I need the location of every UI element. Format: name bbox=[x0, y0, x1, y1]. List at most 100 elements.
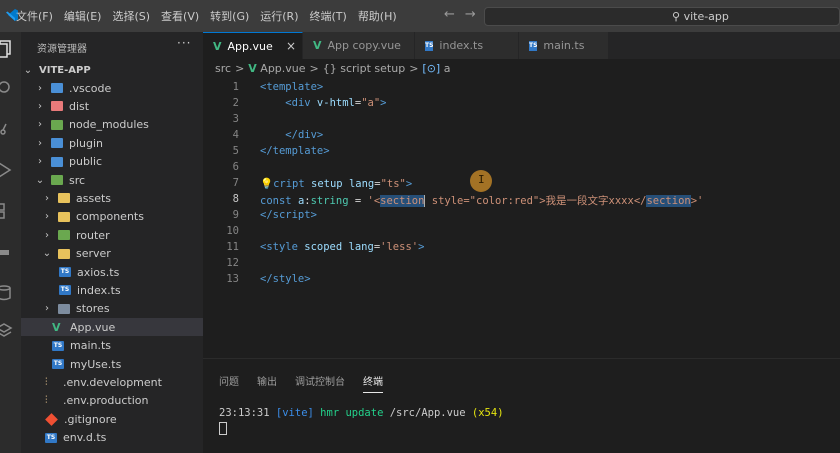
menu-bar: 文件(F) 编辑(E) 选择(S) 查看(V) 转到(G) 运行(R) 终端(T) 帮助(H) bbox=[16, 0, 408, 32]
search-activity-icon[interactable] bbox=[0, 77, 21, 101]
breadcrumb-src[interactable]: src bbox=[215, 62, 231, 75]
file-tree-item-label: myUse.ts bbox=[70, 357, 122, 371]
env-file-icon: ⫶ bbox=[45, 376, 48, 388]
vscode-folder-icon bbox=[51, 83, 63, 93]
chevron-down-icon: ⌄ bbox=[35, 174, 45, 186]
forward-arrow-icon[interactable]: → bbox=[465, 7, 476, 22]
vue-file-icon: V bbox=[248, 62, 257, 75]
line-number: 10 bbox=[226, 225, 239, 237]
breadcrumb-symbol[interactable]: a bbox=[444, 62, 451, 75]
router-folder-icon bbox=[58, 230, 70, 241]
panel-tab[interactable]: 终端 bbox=[363, 373, 383, 393]
layers-icon[interactable] bbox=[0, 320, 21, 344]
line-number: 1 bbox=[232, 81, 239, 93]
menu-item[interactable]: 运行(R) bbox=[260, 8, 298, 24]
code-line-8: const a:string = '<section style="color:… bbox=[260, 195, 704, 207]
file-tree-item[interactable]: ⌄ server bbox=[21, 245, 203, 263]
menu-item[interactable]: 查看(V) bbox=[161, 8, 199, 24]
code-editor[interactable]: 1 2 3 4 5 6 7 8 9 10 11 12 13 <template> <div v-html… bbox=[203, 78, 840, 358]
panel-tab[interactable]: 调试控制台 bbox=[295, 373, 345, 393]
code-line-7: 💡cript setup lang="ts"> bbox=[260, 178, 413, 190]
breadcrumb-script-setup[interactable]: {} script setup bbox=[323, 62, 405, 75]
workspace-root[interactable]: ⌄ VITE-APP bbox=[21, 61, 203, 79]
panel-tab[interactable]: 问题 bbox=[219, 373, 239, 393]
file-tree-item-label: .env.development bbox=[63, 375, 162, 389]
file-tree-item[interactable]: › dist bbox=[21, 97, 203, 115]
file-tree-item[interactable]: › node_modules bbox=[21, 116, 203, 134]
bottom-panel: 问题 输出 调试控制台 终端 23:13:31 [vite] hmr update /… bbox=[203, 358, 840, 453]
editor-tab[interactable]: V App.vue × bbox=[203, 32, 303, 59]
docker-icon[interactable] bbox=[0, 241, 21, 265]
database-icon[interactable] bbox=[0, 282, 21, 306]
file-tree-item[interactable]: TS axios.ts bbox=[21, 263, 203, 281]
chevron-right-icon: › bbox=[45, 229, 49, 241]
terminal-cursor[interactable] bbox=[219, 422, 227, 435]
file-tree-item[interactable]: › plugin bbox=[21, 134, 203, 152]
workspace-name: vite-app bbox=[683, 10, 729, 23]
line-number: 13 bbox=[226, 273, 239, 285]
server-folder-icon bbox=[58, 248, 70, 259]
breadcrumb-file[interactable]: App.vue bbox=[260, 62, 305, 75]
lightbulb-icon: 💡 bbox=[260, 178, 274, 190]
typescript-file-icon: TS bbox=[59, 267, 71, 277]
file-tree-item-label: .env.production bbox=[63, 394, 149, 408]
menu-item[interactable]: 转到(G) bbox=[210, 8, 249, 24]
src-folder-icon bbox=[51, 175, 63, 185]
extensions-icon[interactable] bbox=[0, 200, 21, 224]
explorer-icon[interactable] bbox=[0, 38, 21, 62]
chevron-right-icon: › bbox=[38, 137, 42, 149]
panel-tab[interactable]: 输出 bbox=[257, 373, 277, 393]
file-tree-item[interactable]: › public bbox=[21, 153, 203, 171]
terminal-output: 23:13:31 [vite] hmr update /src/App.vue … bbox=[219, 407, 504, 419]
file-tree-item-label: .vscode bbox=[69, 81, 112, 95]
file-tree-item[interactable]: TS env.d.ts bbox=[21, 429, 203, 447]
vue-file-icon: V bbox=[52, 320, 61, 334]
file-tree-item[interactable]: › router bbox=[21, 226, 203, 244]
env-file-icon: ⫶ bbox=[45, 395, 48, 407]
file-tree-item[interactable]: ⫶ .env.development bbox=[21, 373, 203, 391]
line-number: 5 bbox=[232, 145, 239, 157]
file-tree-item-label: index.ts bbox=[77, 283, 121, 297]
menu-item[interactable]: 终端(T) bbox=[310, 8, 347, 24]
line-number: 12 bbox=[226, 257, 239, 269]
tab-label: main.ts bbox=[543, 39, 585, 52]
chevron-right-icon: › bbox=[38, 100, 42, 112]
typescript-file-icon: TS bbox=[52, 340, 64, 351]
file-tree-item[interactable]: › assets bbox=[21, 189, 203, 207]
line-number: 6 bbox=[232, 161, 239, 173]
more-actions-icon[interactable]: ··· bbox=[177, 36, 191, 50]
back-arrow-icon[interactable]: ← bbox=[444, 7, 455, 22]
file-tree-item[interactable]: ⫶ .env.production bbox=[21, 392, 203, 410]
editor-tab[interactable]: TS index.ts bbox=[415, 32, 519, 59]
file-tree-item[interactable]: TS myUse.ts bbox=[21, 355, 203, 373]
code-line-5: </template> bbox=[260, 145, 330, 157]
editor-tab[interactable]: V App copy.vue bbox=[303, 32, 415, 59]
plugin-folder-icon bbox=[51, 138, 63, 149]
file-tree-item-label: node_modules bbox=[69, 118, 149, 132]
run-debug-icon[interactable] bbox=[0, 159, 21, 183]
command-center-search[interactable]: ⚲ vite-app bbox=[484, 7, 840, 26]
file-tree-item-label: App.vue bbox=[70, 320, 116, 334]
close-icon[interactable]: × bbox=[286, 39, 296, 53]
editor-tabs: V App.vue × V App copy.vue TS index.ts TS main.t… bbox=[203, 32, 840, 59]
menu-item[interactable]: 帮助(H) bbox=[358, 8, 397, 24]
editor-tab[interactable]: TS main.ts bbox=[519, 32, 609, 59]
file-tree-item[interactable]: .gitignore bbox=[21, 410, 203, 428]
file-tree-item[interactable]: › components bbox=[21, 208, 203, 226]
title-bar: 文件(F) 编辑(E) 选择(S) 查看(V) 转到(G) 运行(R) 终端(T) 帮助(H)… bbox=[0, 0, 840, 32]
code-line-9: </script> bbox=[260, 209, 317, 221]
file-tree-item[interactable]: TS index.ts bbox=[21, 281, 203, 299]
file-tree-item[interactable]: TS main.ts bbox=[21, 337, 203, 355]
tab-label: index.ts bbox=[439, 39, 484, 52]
menu-item[interactable]: 文件(F) bbox=[16, 8, 53, 24]
file-tree-item[interactable]: › .vscode bbox=[21, 79, 203, 97]
menu-item[interactable]: 选择(S) bbox=[112, 8, 150, 24]
file-tree-item-label: public bbox=[69, 155, 103, 169]
file-tree-item[interactable]: › stores bbox=[21, 300, 203, 318]
chevron-down-icon: ⌄ bbox=[42, 248, 52, 260]
menu-item[interactable]: 编辑(E) bbox=[64, 8, 102, 24]
typescript-file-icon: TS bbox=[425, 40, 434, 51]
source-control-icon[interactable] bbox=[0, 118, 21, 142]
file-tree-item[interactable]: V App.vue bbox=[21, 318, 203, 337]
file-tree-item[interactable]: ⌄ src bbox=[21, 171, 203, 189]
